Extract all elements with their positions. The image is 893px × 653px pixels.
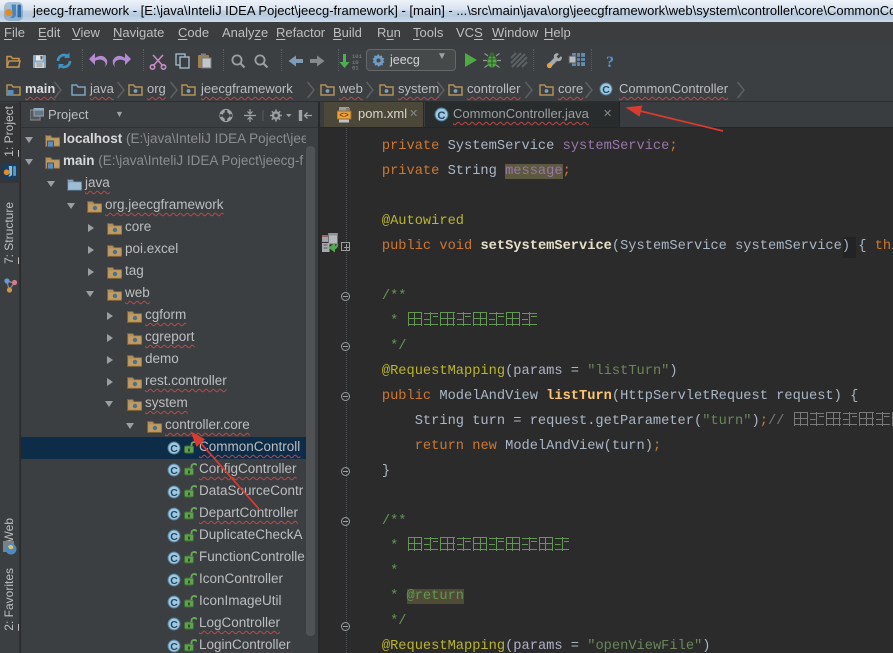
svg-text:<>: <> xyxy=(339,112,349,121)
svg-text:01: 01 xyxy=(352,65,359,71)
svg-text:?: ? xyxy=(606,54,614,71)
